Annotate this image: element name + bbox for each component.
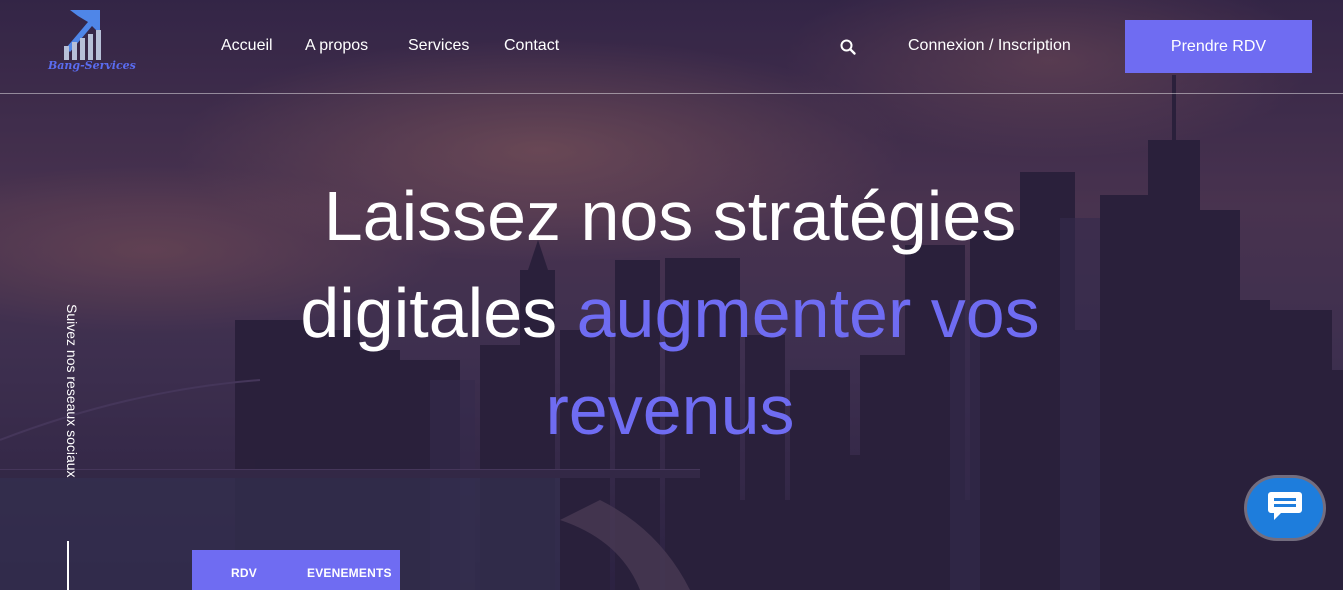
hero-title-line2-prefix: digitales	[300, 274, 577, 352]
nav-item-services[interactable]: Services	[408, 37, 469, 55]
hero-title: Laissez nos stratégies digitales augmente…	[250, 168, 1090, 459]
nav-item-accueil[interactable]: Accueil	[221, 37, 273, 55]
tab-rdv[interactable]: RDV	[231, 566, 257, 580]
search-icon[interactable]	[839, 38, 857, 56]
login-register-link[interactable]: Connexion / Inscription	[908, 37, 1071, 55]
brand-name: Bang-Services	[48, 59, 136, 72]
site-header: Bang-Services Accueil A propos Services …	[0, 0, 1343, 94]
social-follow-label: Suivez nos reseaux sociaux	[64, 304, 80, 478]
social-divider-line	[67, 541, 69, 590]
hero-title-line1: Laissez nos stratégies	[323, 177, 1017, 255]
nav-item-contact[interactable]: Contact	[504, 37, 559, 55]
book-appointment-button[interactable]: Prendre RDV	[1125, 20, 1312, 73]
chat-button[interactable]	[1247, 478, 1323, 538]
brand-logo[interactable]: Bang-Services	[30, 8, 136, 74]
tab-evenements[interactable]: EVENEMENTS	[307, 566, 392, 580]
nav-item-a-propos[interactable]: A propos	[305, 37, 368, 55]
chat-bubble-icon	[1268, 492, 1302, 520]
hero-tabs: RDV EVENEMENTS	[192, 550, 400, 590]
hero-title-accent: augmenter vos revenus	[545, 274, 1040, 449]
